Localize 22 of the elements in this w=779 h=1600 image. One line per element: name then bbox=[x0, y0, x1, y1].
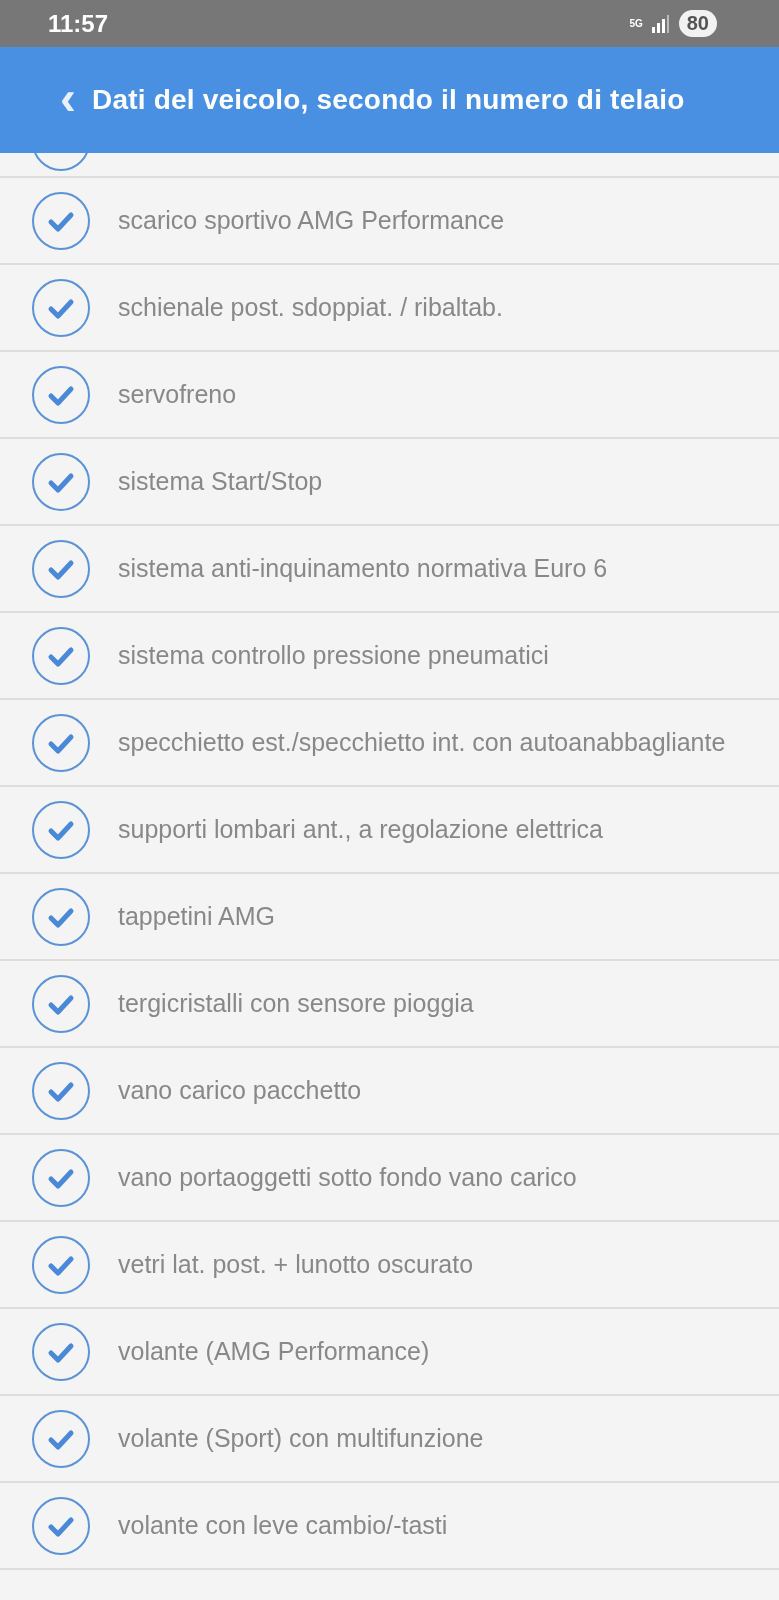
option-label: vano portaoggetti sotto fondo vano carico bbox=[118, 1162, 577, 1193]
option-label: volante (AMG Performance) bbox=[118, 1336, 430, 1367]
option-label: tergicristalli con sensore pioggia bbox=[118, 988, 474, 1019]
back-button[interactable]: ‹ bbox=[44, 74, 92, 122]
option-label: specchietto est./specchietto int. con autoanabbagliante bbox=[118, 727, 726, 758]
option-label: vano carico pacchetto bbox=[118, 1075, 362, 1106]
option-label: supporti lombari ant., a regolazione elettrica bbox=[118, 814, 603, 845]
option-label: tappetini AMG bbox=[118, 901, 276, 932]
page-title: Dati del veicolo, secondo il numero di telaio bbox=[92, 83, 685, 117]
signal-icon bbox=[650, 14, 671, 33]
option-label: vetri lat. post. + lunotto oscurato bbox=[118, 1249, 474, 1280]
network-type: 5G bbox=[629, 18, 643, 29]
option-label: servofreno bbox=[118, 379, 237, 410]
option-label: scarico sportivo AMG Performance bbox=[118, 205, 505, 236]
option-label: sistema anti-inquinamento normativa Euro 6 bbox=[118, 553, 608, 584]
option-label: volante (Sport) con multifunzione bbox=[118, 1423, 484, 1454]
option-label: sistema Start/Stop bbox=[118, 466, 323, 497]
option-label: schienale post. sdoppiat. / ribaltab. bbox=[118, 292, 503, 323]
clock: 11:57 bbox=[48, 9, 110, 38]
battery-level: 80 bbox=[678, 10, 717, 37]
option-label: sistema controllo pressione pneumatici bbox=[118, 640, 549, 671]
option-label: volante con leve cambio/-tasti bbox=[118, 1510, 448, 1541]
